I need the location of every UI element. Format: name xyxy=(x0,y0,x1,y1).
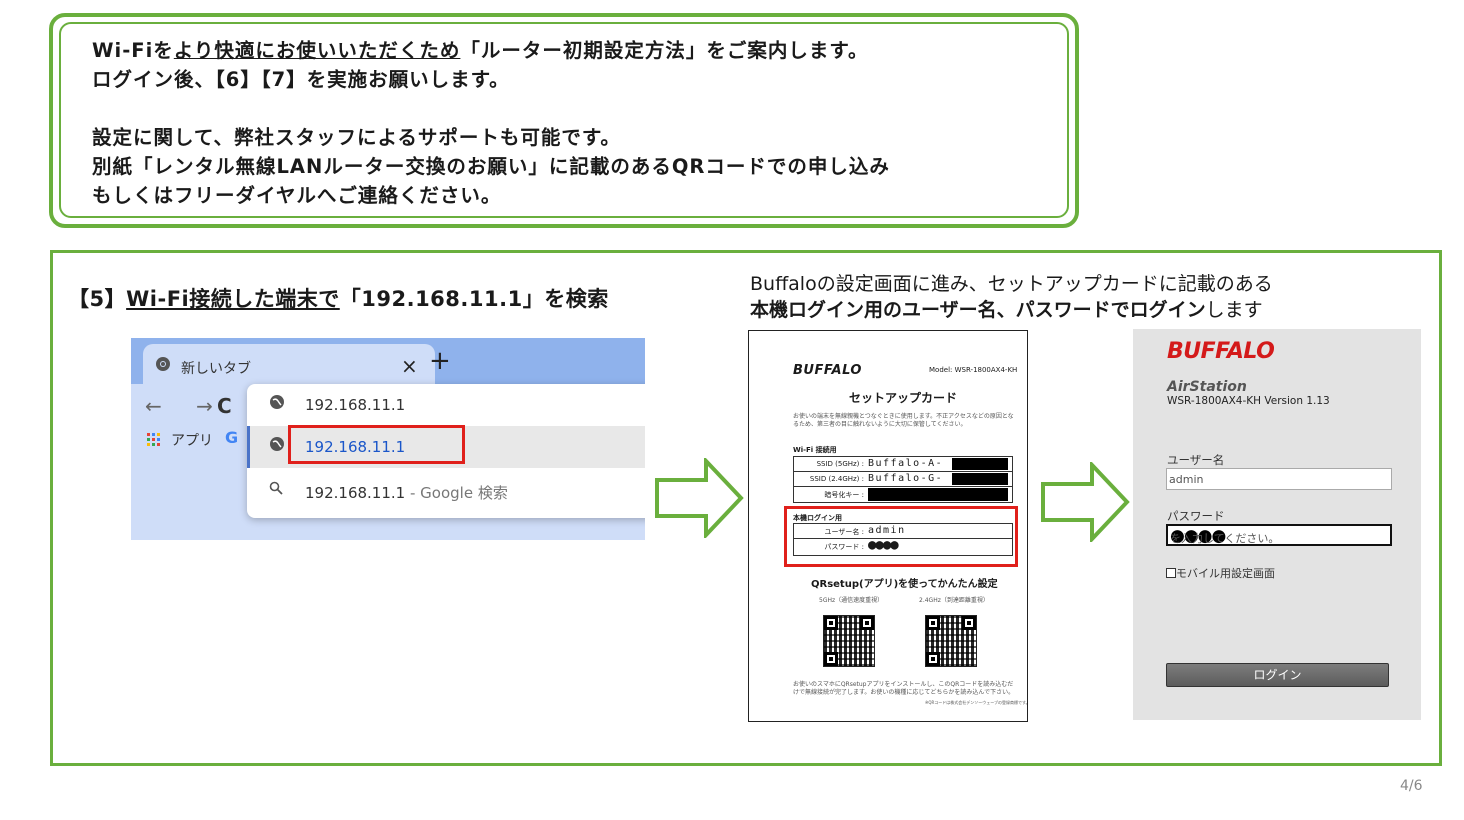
reload-icon[interactable]: C xyxy=(217,394,232,418)
card-title: セットアップカード xyxy=(849,391,958,405)
bookmark-apps[interactable]: アプリ xyxy=(171,430,213,450)
buffalo-logo: BUFFALO xyxy=(793,363,862,378)
qr-code-24ghz xyxy=(925,615,977,667)
chrome-icon xyxy=(155,356,171,376)
page-number: 4/6 xyxy=(1400,778,1423,794)
airstation-logo: AirStation xyxy=(1167,379,1247,395)
tab-title: 新しいタブ xyxy=(181,361,251,377)
arrow-right-icon xyxy=(655,458,744,538)
suggestion-row[interactable]: 192.168.11.1 - Google 検索 xyxy=(247,470,645,512)
browser-tab[interactable]: 新しいタブ × xyxy=(143,344,435,384)
mobile-settings-checkbox[interactable]: モバイル用設定画面 xyxy=(1166,565,1275,581)
apps-grid-icon[interactable] xyxy=(147,432,161,451)
password-label: パスワード xyxy=(1167,509,1225,523)
new-tab-button[interactable]: + xyxy=(429,348,451,374)
search-icon xyxy=(269,480,283,499)
wifi-table: SSID (5GHz) : Buffalo-A- SSID (2.4GHz) :… xyxy=(793,456,1013,503)
router-login-screen: BUFFALO AirStation WSR-1800AX4-KH Versio… xyxy=(1133,329,1421,720)
notice-line-3: 設定に関して、弊社スタッフによるサポートも可能です。 xyxy=(92,126,621,149)
notice-text: Wi-Fiをより快適にお使いいただくため「ルーター初期設定方法」をご案内します。… xyxy=(92,36,890,210)
notice-line-5: もしくはフリーダイヤルへご連絡ください。 xyxy=(92,184,502,207)
password-field[interactable]: ●●●● を入力してください。 xyxy=(1166,524,1392,546)
globe-icon xyxy=(269,436,285,456)
firmware-version: WSR-1800AX4-KH Version 1.13 xyxy=(1167,395,1330,407)
buffalo-logo: BUFFALO xyxy=(1167,339,1275,364)
step-title: 【5】Wi-Fi接続した端末で「192.168.11.1」を検索 xyxy=(68,287,609,311)
login-button[interactable]: ログイン xyxy=(1166,663,1389,687)
notice-line-1: Wi-Fiをより快適にお使いいただくため「ルーター初期設定方法」をご案内します。 xyxy=(92,39,869,62)
qr-title: QRsetup(アプリ)を使ってかんたん設定 xyxy=(811,579,998,590)
suggestion-row[interactable]: 192.168.11.1 xyxy=(247,384,645,426)
notice-line-2: ログイン後、【6】【7】を実施お願いします。 xyxy=(92,68,510,91)
arrow-right-icon xyxy=(1041,462,1130,542)
instruction-text: Buffaloの設定画面に進み、セットアップカードに記載のある 本機ログイン用の… xyxy=(750,273,1273,321)
globe-icon xyxy=(269,394,285,414)
qr-code-5ghz xyxy=(823,615,875,667)
checkbox-icon xyxy=(1166,568,1176,578)
username-field[interactable]: admin xyxy=(1166,468,1392,490)
username-label: ユーザー名 xyxy=(1167,453,1225,467)
notice-line-4: 別紙「レンタル無線LANルーター交換のお願い」に記載のあるQRコードでの申し込み xyxy=(92,155,890,178)
back-forward-icons[interactable]: ← → xyxy=(145,394,227,418)
close-icon[interactable]: × xyxy=(401,354,418,378)
highlight-box-login-info xyxy=(784,506,1018,567)
google-icon[interactable]: G xyxy=(225,428,238,447)
highlight-box-url xyxy=(288,425,465,464)
